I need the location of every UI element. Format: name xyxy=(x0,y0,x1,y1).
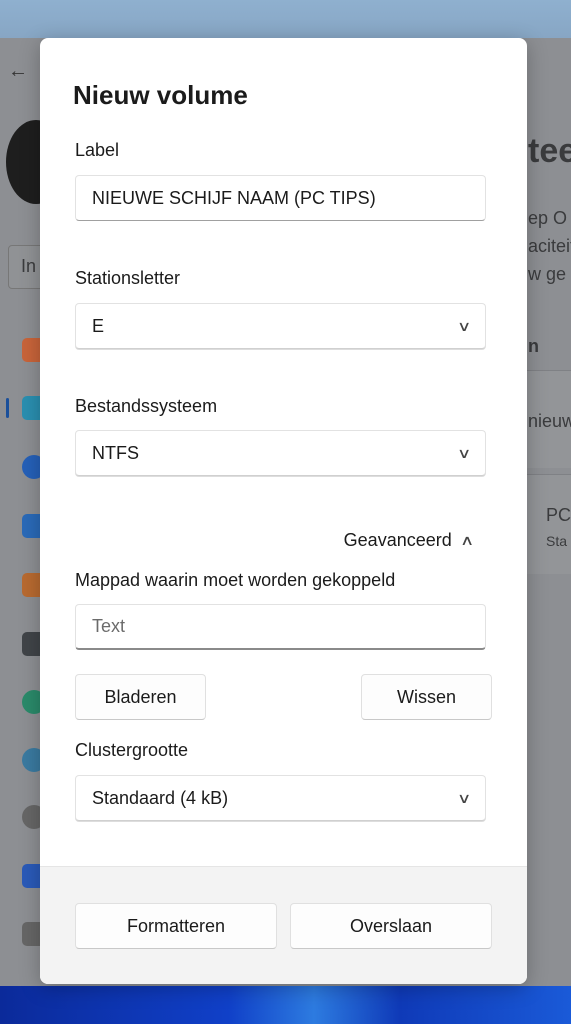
file-system-label: Bestandssysteem xyxy=(75,396,218,416)
cluster-size-select[interactable]: Standaard (4 kB) ∨ xyxy=(75,775,486,821)
dialog-footer: Formatteren Overslaan xyxy=(40,866,527,984)
clear-button[interactable]: Wissen xyxy=(361,674,492,720)
label-input[interactable]: NIEUWE SCHIJF NAAM (PC TIPS) xyxy=(75,175,486,221)
selected-indicator xyxy=(6,398,9,418)
chevron-down-icon: ∨ xyxy=(456,789,472,806)
label-field-label: Label xyxy=(75,140,120,160)
mount-path-label: Mappad waarin moet worden gekoppeld xyxy=(75,570,396,590)
chevron-down-icon: ∨ xyxy=(456,317,472,334)
dialog-title: Nieuw volume xyxy=(73,80,248,110)
skip-button[interactable]: Overslaan xyxy=(290,903,492,949)
new-volume-dialog: Nieuw volume Label NIEUWE SCHIJF NAAM (P… xyxy=(40,38,527,984)
format-button[interactable]: Formatteren xyxy=(75,903,277,949)
cluster-size-label: Clustergrootte xyxy=(75,740,189,760)
window-titlebar xyxy=(0,0,571,38)
chevron-up-icon: ∧ xyxy=(459,532,475,548)
back-arrow-icon[interactable]: ← xyxy=(8,60,28,83)
chevron-down-icon: ∨ xyxy=(456,444,472,461)
browse-button[interactable]: Bladeren xyxy=(75,674,206,720)
desktop-wallpaper xyxy=(0,986,571,1024)
drive-letter-select[interactable]: E ∨ xyxy=(75,303,486,349)
drive-letter-label: Stationsletter xyxy=(75,268,181,288)
file-system-select[interactable]: NTFS ∨ xyxy=(75,430,486,476)
mount-path-input[interactable]: Text xyxy=(75,604,486,650)
advanced-toggle[interactable]: Geavanceerd ∧ xyxy=(344,530,475,551)
